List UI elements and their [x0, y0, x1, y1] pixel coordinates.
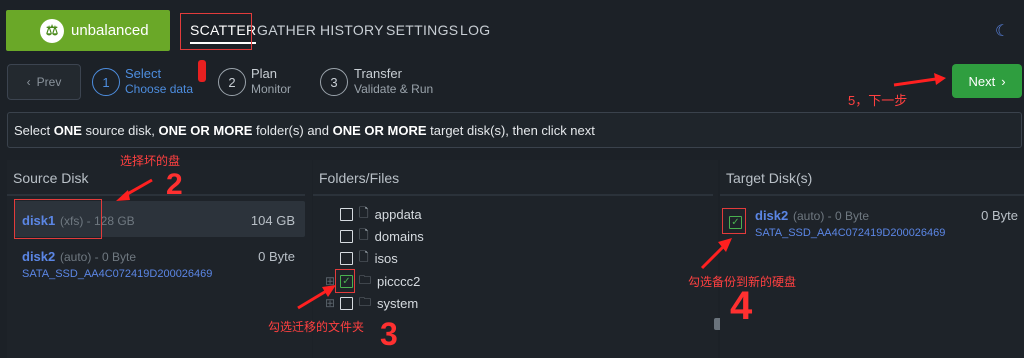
target-disk-name: disk2	[755, 208, 789, 223]
tree-item-appdata[interactable]: 🗋 appdata	[324, 204, 422, 224]
tree-item-label: appdata	[374, 206, 422, 222]
checkbox[interactable]	[340, 207, 353, 221]
checkbox[interactable]	[340, 296, 353, 310]
nav-tab-gather[interactable]: GATHER	[257, 22, 316, 38]
annotation-arrow-disk1	[116, 178, 153, 201]
instruction-text-3: folder(s) and	[252, 122, 333, 138]
annotation-check-folder: 勾选迁移的文件夹	[268, 320, 365, 334]
target-disk-row-disk2[interactable]: ✓ disk2 (auto) - 0 Byte 0 Byte SATA_SSD_…	[722, 206, 1020, 242]
annotation-number-2: 2	[166, 168, 183, 201]
instruction-bar: Select ONE source disk, ONE OR MORE fold…	[7, 112, 1022, 148]
next-button[interactable]: Next ›	[952, 64, 1022, 98]
annotation-number-1	[198, 60, 206, 82]
step-2-subtitle: Monitor	[251, 82, 292, 96]
instruction-text-1: Select	[14, 122, 54, 138]
folders-heading: Folders/Files	[319, 170, 400, 186]
app-logo[interactable]: ⚖ unbalanced	[6, 10, 170, 51]
instruction-bold-3: ONE OR MORE	[332, 122, 427, 138]
step-2-number: 2	[218, 68, 246, 96]
step-1-number: 1	[92, 68, 120, 96]
step-1-subtitle: Choose data	[125, 82, 194, 96]
tree-item-label: picccc2	[377, 273, 421, 289]
target-disk-serial: SATA_SSD_AA4C072419D200026469	[755, 227, 946, 239]
target-divider	[720, 194, 1024, 196]
source-disk-serial: SATA_SSD_AA4C072419D200026469	[22, 268, 213, 280]
scales-icon: ⚖	[40, 18, 64, 43]
folder-icon: 🗀	[359, 272, 372, 287]
tree-item-label: isos	[374, 250, 398, 266]
checkbox[interactable]	[340, 229, 353, 243]
tree-item-label: domains	[374, 228, 424, 244]
step-3-subtitle: Validate & Run	[354, 82, 434, 96]
step-3-title: Transfer	[354, 66, 402, 81]
app-name: unbalanced	[71, 22, 149, 39]
annotation-arrow-target	[700, 238, 732, 270]
step-2-title: Plan	[251, 66, 278, 81]
file-icon: 🗋	[359, 227, 369, 242]
annotation-box-target-disk	[722, 208, 746, 234]
source-disk-size: 0 Byte	[258, 249, 295, 264]
prev-button-label: Prev	[36, 75, 62, 89]
source-disk-heading: Source Disk	[13, 170, 89, 186]
annotation-arrow-folder	[297, 285, 336, 310]
step-3-number: 3	[320, 68, 348, 96]
source-disk-name: disk2	[22, 249, 56, 264]
file-icon: 🗋	[359, 205, 369, 220]
instruction-bold-1: ONE	[53, 122, 82, 138]
annotation-arrow-next	[893, 73, 946, 87]
chevron-right-icon: ›	[1001, 73, 1006, 89]
annotation-next-step: 5，下一步	[848, 93, 908, 108]
tree-item-domains[interactable]: 🗋 domains	[324, 226, 424, 246]
tree-item-label: system	[377, 295, 419, 311]
instruction-text-4: target disk(s), then click next	[426, 122, 595, 138]
chevron-left-icon: ‹	[26, 75, 31, 89]
file-icon: 🗋	[359, 249, 369, 264]
source-disk-meta: (auto) - 0 Byte	[60, 250, 137, 264]
annotation-box-scatter	[180, 13, 252, 50]
annotation-select-bad-disk: 选择坏的盘	[120, 154, 181, 168]
moon-icon[interactable]: ☾	[995, 21, 1009, 41]
instruction-bold-2: ONE OR MORE	[158, 122, 253, 138]
annotation-number-4: 4	[730, 284, 753, 328]
step-1-title: Select	[125, 66, 162, 81]
source-disk-size: 104 GB	[250, 213, 295, 228]
instruction-text-2: source disk,	[81, 122, 159, 138]
nav-tab-settings[interactable]: SETTINGS	[386, 22, 458, 38]
target-disk-heading: Target Disk(s)	[726, 170, 813, 186]
folders-divider	[313, 194, 713, 196]
target-disk-panel	[720, 160, 1024, 358]
prev-button[interactable]: ‹ Prev	[7, 64, 81, 100]
target-disk-meta: (auto) - 0 Byte	[793, 209, 870, 223]
next-button-label: Next	[968, 73, 996, 89]
nav-tab-log[interactable]: LOG	[460, 22, 490, 38]
folder-icon: 🗀	[359, 294, 372, 309]
nav-tab-history[interactable]: HISTORY	[320, 22, 384, 38]
source-disk-row-disk2[interactable]: disk2 (auto) - 0 Byte 0 Byte SATA_SSD_AA…	[14, 247, 305, 283]
tree-item-isos[interactable]: 🗋 isos	[324, 248, 398, 268]
annotation-box-disk1	[14, 199, 102, 239]
target-disk-size: 0 Byte	[981, 208, 1018, 223]
checkbox[interactable]	[340, 251, 353, 265]
annotation-number-3: 3	[380, 316, 398, 352]
